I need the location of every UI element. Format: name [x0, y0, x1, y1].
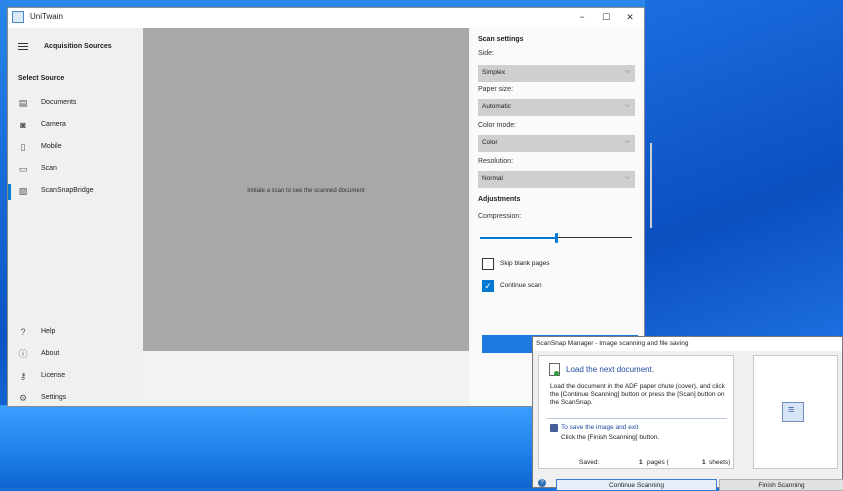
active-indicator	[8, 184, 11, 200]
resolution-label: Resolution:	[478, 158, 514, 165]
vertical-scrollbar[interactable]	[650, 143, 652, 228]
help-icon: ?	[20, 327, 26, 337]
close-button[interactable]: ✕	[618, 10, 642, 24]
scan-thumbnail	[753, 355, 838, 469]
save-icon	[550, 424, 558, 432]
sidebar-item-scansnapbridge[interactable]: ▨ ScanSnapBridge	[8, 183, 142, 201]
sidebar-item-label: Documents	[41, 99, 77, 106]
document-thumbnail-icon	[782, 402, 804, 422]
compression-slider[interactable]	[480, 233, 632, 243]
paper-size-select[interactable]: Automatic ⌵	[478, 99, 635, 116]
camera-icon: ◙	[20, 120, 26, 130]
select-source-label: Select Source	[18, 75, 65, 82]
scanner-icon: ▭	[18, 164, 28, 174]
sidebar-title: Acquisition Sources	[44, 43, 112, 50]
help-icon[interactable]: ?	[538, 479, 546, 487]
maximize-button[interactable]: ☐	[594, 10, 618, 24]
sidebar-item-help[interactable]: ? Help	[8, 324, 142, 342]
sidebar-item-label: Mobile	[41, 143, 62, 150]
load-document-icon	[549, 363, 560, 376]
sidebar-item-label: Settings	[41, 394, 67, 401]
sidebar-item-documents[interactable]: ▤ Documents	[8, 95, 142, 113]
continue-scan-checkbox[interactable]: ✓	[482, 280, 494, 292]
divider	[547, 418, 727, 419]
sidebar-item-label: About	[41, 350, 60, 357]
sheets-count: 1	[702, 459, 706, 466]
sidebar-item-label: Help	[41, 328, 56, 335]
gear-icon: ⚙	[18, 393, 28, 403]
scan-settings-title: Scan settings	[478, 36, 524, 43]
pages-unit: pages (	[647, 459, 669, 466]
instruction-description: Load the document in the ADF paper chute…	[550, 383, 725, 406]
sidebar-item-mobile[interactable]: ▯ Mobile	[8, 139, 142, 157]
sidebar-item-label: ScanSnapBridge	[41, 187, 94, 194]
sidebar-header: Acquisition Sources	[16, 41, 141, 55]
compression-label: Compression:	[478, 213, 522, 220]
scansnap-icon: ▨	[18, 186, 28, 196]
skip-blank-label: Skip blank pages	[500, 260, 550, 267]
sidebar-item-license[interactable]: ⚷ License	[8, 368, 142, 386]
sidebar-item-label: Camera	[41, 121, 66, 128]
window-title: UniTwain	[30, 12, 63, 21]
chevron-down-icon: ⌵	[624, 68, 630, 75]
sidebar-item-about[interactable]: ⓘ About	[8, 346, 142, 364]
sidebar-item-label: License	[41, 372, 66, 379]
resolution-select[interactable]: Normal ⌵	[478, 171, 635, 188]
minimize-button[interactable]: −	[570, 10, 594, 24]
side-value: Simplex	[482, 69, 506, 76]
color-mode-value: Color	[482, 139, 498, 146]
color-mode-label: Color mode:	[478, 122, 517, 129]
paper-size-value: Automatic	[482, 103, 511, 110]
instruction-heading: Load the next document.	[566, 365, 655, 374]
sheets-unit: sheets)	[709, 459, 731, 466]
color-mode-select[interactable]: Color ⌵	[478, 135, 635, 152]
document-icon: ▤	[18, 98, 28, 108]
continue-scanning-button[interactable]: Continue Scanning	[556, 479, 717, 491]
sidebar-item-scan[interactable]: ▭ Scan	[8, 161, 142, 179]
slider-thumb[interactable]	[555, 233, 558, 243]
finish-scanning-button[interactable]: Finish Scanning	[719, 479, 843, 491]
side-select[interactable]: Simplex ⌵	[478, 65, 635, 82]
desktop-right	[645, 0, 843, 340]
side-label: Side:	[478, 50, 494, 57]
scansnap-manager-dialog: ScanSnap Manager - Image scanning and fi…	[532, 336, 843, 491]
title-bar[interactable]: UniTwain − ☐ ✕	[8, 8, 644, 28]
paper-size-label: Paper size:	[478, 86, 514, 93]
preview-message: Initiate a scan to see the scanned docum…	[247, 188, 365, 194]
chevron-down-icon: ⌵	[624, 138, 630, 145]
hamburger-menu-icon[interactable]	[18, 43, 28, 51]
chevron-down-icon: ⌵	[624, 174, 630, 181]
saved-label: Saved:	[579, 459, 600, 466]
adjustments-title: Adjustments	[478, 196, 521, 203]
continue-scan-label: Continue scan	[500, 282, 542, 289]
dialog-title[interactable]: ScanSnap Manager - Image scanning and fi…	[533, 337, 842, 351]
save-heading: To save the image and exit	[561, 424, 639, 431]
scan-preview-area: Initiate a scan to see the scanned docum…	[143, 28, 469, 351]
sidebar-item-settings[interactable]: ⚙ Settings	[8, 390, 142, 408]
skip-blank-checkbox[interactable]	[482, 258, 494, 270]
save-description: Click the [Finish Scanning] button.	[561, 434, 660, 441]
app-icon	[12, 11, 24, 23]
sidebar: Acquisition Sources Select Source ▤ Docu…	[8, 28, 142, 406]
chevron-down-icon: ⌵	[624, 102, 630, 109]
pages-count: 1	[639, 459, 643, 466]
mobile-icon: ▯	[20, 142, 26, 152]
slider-fill	[480, 237, 556, 239]
sidebar-item-label: Scan	[41, 165, 57, 172]
instruction-panel: Load the next document. Load the documen…	[538, 355, 734, 469]
info-icon: ⓘ	[18, 349, 28, 359]
resolution-value: Normal	[482, 175, 503, 182]
key-icon: ⚷	[19, 371, 27, 381]
sidebar-item-camera[interactable]: ◙ Camera	[8, 117, 142, 135]
